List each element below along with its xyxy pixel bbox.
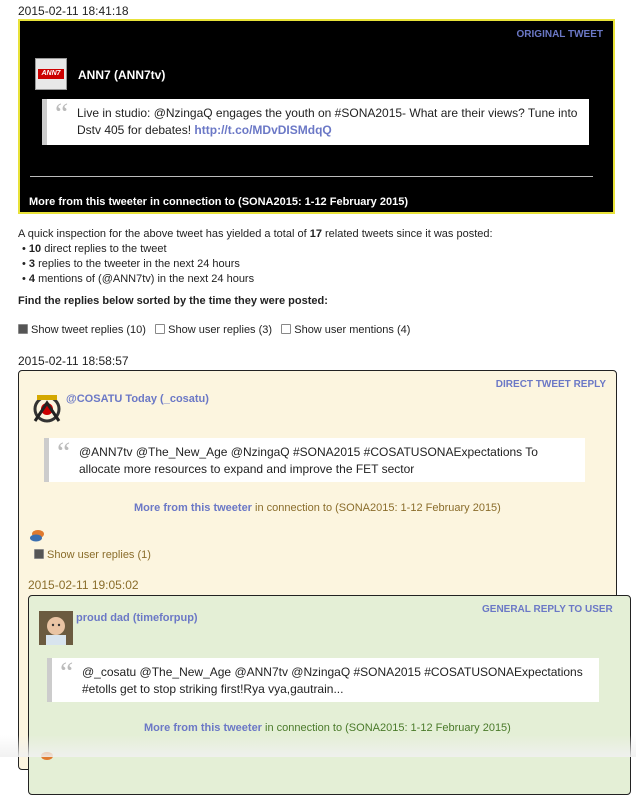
reply1-tweet-text: “ @ANN7tv @The_New_Age @NzingaQ #SONA201… [44, 436, 585, 482]
summary-item: • 3 replies to the tweeter in the next 2… [22, 258, 240, 270]
reply2-author[interactable]: proud dad (timeforpup) [76, 612, 198, 624]
tweet-link[interactable]: http://t.co/MDvDISMdqQ [194, 123, 331, 137]
filter-user-mentions[interactable]: Show user mentions (4) [281, 324, 410, 336]
ann7-logo: ANN7 [38, 69, 64, 79]
reply1-timestamp: 2015-02-11 18:58:57 [18, 354, 129, 368]
reply2-card: GENERAL REPLY TO USER proud dad (timefor… [28, 595, 631, 795]
reply-bubble-icon[interactable] [30, 530, 44, 542]
more-from-tweeter-link[interactable]: More from this tweeter [144, 722, 262, 734]
summary-item: • 10 direct replies to the tweet [22, 243, 167, 255]
original-author[interactable]: ANN7 (ANN7tv) [78, 68, 165, 82]
cosatu-avatar[interactable] [31, 393, 63, 425]
sort-note: Find the replies below sorted by the tim… [18, 295, 328, 307]
checkbox-icon[interactable] [155, 324, 166, 335]
checkbox-icon[interactable] [34, 549, 44, 560]
bottom-fade [0, 735, 636, 757]
summary-item: • 4 mentions of (@ANN7tv) in the next 24… [22, 273, 255, 285]
timeforpup-avatar[interactable] [39, 611, 73, 645]
filter-tweet-replies[interactable]: Show tweet replies (10) [18, 324, 146, 336]
original-divider [30, 176, 593, 177]
reply1-more-line: More from this tweeter in connection to … [134, 502, 501, 514]
original-more-line: More from this tweeter in connection to … [29, 196, 408, 208]
original-tweet-label: ORIGINAL TWEET [516, 29, 603, 40]
checkbox-icon[interactable] [18, 324, 28, 335]
summary-intro: A quick inspection for the above tweet h… [18, 228, 493, 240]
reply2-timestamp: 2015-02-11 19:05:02 [28, 578, 139, 592]
reply2-tweet-text: “ @_cosatu @The_New_Age @ANN7tv @NzingaQ… [47, 656, 599, 702]
reply2-more-line: More from this tweeter in connection to … [144, 722, 511, 734]
quote-icon: “ [55, 97, 69, 130]
quote-icon: “ [60, 656, 74, 689]
reply1-author[interactable]: @COSATU Today (_cosatu) [66, 393, 209, 405]
summary-list: • 10 direct replies to the tweet • 3 rep… [22, 242, 254, 287]
reply2-label: GENERAL REPLY TO USER [482, 604, 613, 615]
more-from-tweeter-link[interactable]: More from this tweeter [29, 196, 147, 208]
checkbox-icon[interactable] [281, 324, 292, 335]
reply1-card: DIRECT TWEET REPLY @COSATU Today (_cosat… [18, 370, 631, 795]
filter-user-replies[interactable]: Show user replies (3) [155, 324, 272, 336]
original-tweet-text: “ Live in studio: @NzingaQ engages the y… [42, 97, 589, 145]
original-tweet-card: ORIGINAL TWEET ANN7 ANN7 (ANN7tv) “ Live… [18, 19, 615, 214]
ann7-avatar[interactable]: ANN7 [35, 58, 67, 90]
quote-icon: “ [57, 436, 71, 469]
filter-bar: Show tweet replies (10) Show user replie… [18, 324, 410, 336]
reply1-label: DIRECT TWEET REPLY [495, 379, 606, 390]
original-timestamp: 2015-02-11 18:41:18 [18, 4, 129, 18]
more-from-tweeter-link[interactable]: More from this tweeter [134, 502, 252, 514]
reply1-show-user-replies[interactable]: Show user replies (1) [34, 549, 151, 561]
